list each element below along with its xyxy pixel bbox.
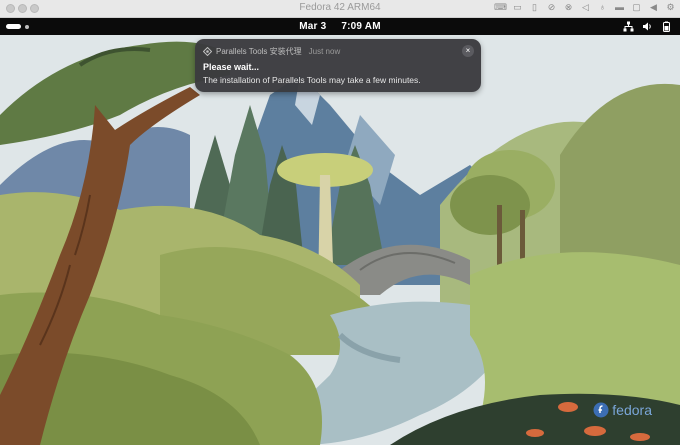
gnome-top-bar: Mar 3 7:09 AM	[0, 18, 680, 35]
date-time-button[interactable]: Mar 3 7:09 AM	[0, 21, 680, 32]
network-blocked-icon[interactable]: ⊘	[546, 2, 557, 13]
network-wired-icon	[622, 20, 634, 32]
display-icon[interactable]: ▭	[512, 2, 523, 13]
notification-timestamp: Just now	[308, 47, 341, 56]
notification-title: Please wait...	[203, 62, 260, 72]
notification-header: Parallels Tools 安装代理 Just now	[203, 46, 340, 57]
fedora-watermark: fedora	[593, 402, 652, 418]
parallels-app-icon	[203, 47, 212, 56]
notification-close-button[interactable]: ×	[462, 45, 474, 57]
volume-icon	[641, 20, 653, 32]
time-label: 7:09 AM	[341, 21, 381, 32]
fedora-logo-icon	[593, 402, 609, 418]
battery-icon	[660, 20, 672, 32]
play-back-icon[interactable]: ◀	[648, 2, 659, 13]
microphone-icon[interactable]: ♁	[597, 2, 608, 13]
date-label: Mar 3	[299, 21, 327, 32]
drive-icon[interactable]: ▬	[614, 2, 625, 13]
vm-toolbar: ⌨ ▭ ▯ ⊘ ⊗ ◁ ♁ ▬ ▢ ◀ ⚙	[494, 2, 676, 13]
volume-icon[interactable]: ◁	[580, 2, 591, 13]
notification-body: The installation of Parallels Tools may …	[203, 75, 421, 85]
fedora-wordmark: fedora	[612, 402, 652, 418]
usb-icon[interactable]: ▯	[529, 2, 540, 13]
desktop-wallpaper	[0, 35, 680, 445]
camera-blocked-icon[interactable]: ⊗	[563, 2, 574, 13]
vm-window-titlebar: Fedora 42 ARM64 ⌨ ▭ ▯ ⊘ ⊗ ◁ ♁ ▬ ▢ ◀ ⚙	[0, 0, 680, 18]
system-menu-button[interactable]	[622, 20, 672, 32]
folder-icon[interactable]: ▢	[631, 2, 642, 13]
notification-banner[interactable]: Parallels Tools 安装代理 Just now × Please w…	[195, 39, 481, 92]
keyboard-icon[interactable]: ⌨	[494, 2, 507, 13]
notification-app-name: Parallels Tools 安装代理	[216, 47, 302, 56]
settings-gear-icon[interactable]: ⚙	[665, 2, 676, 13]
